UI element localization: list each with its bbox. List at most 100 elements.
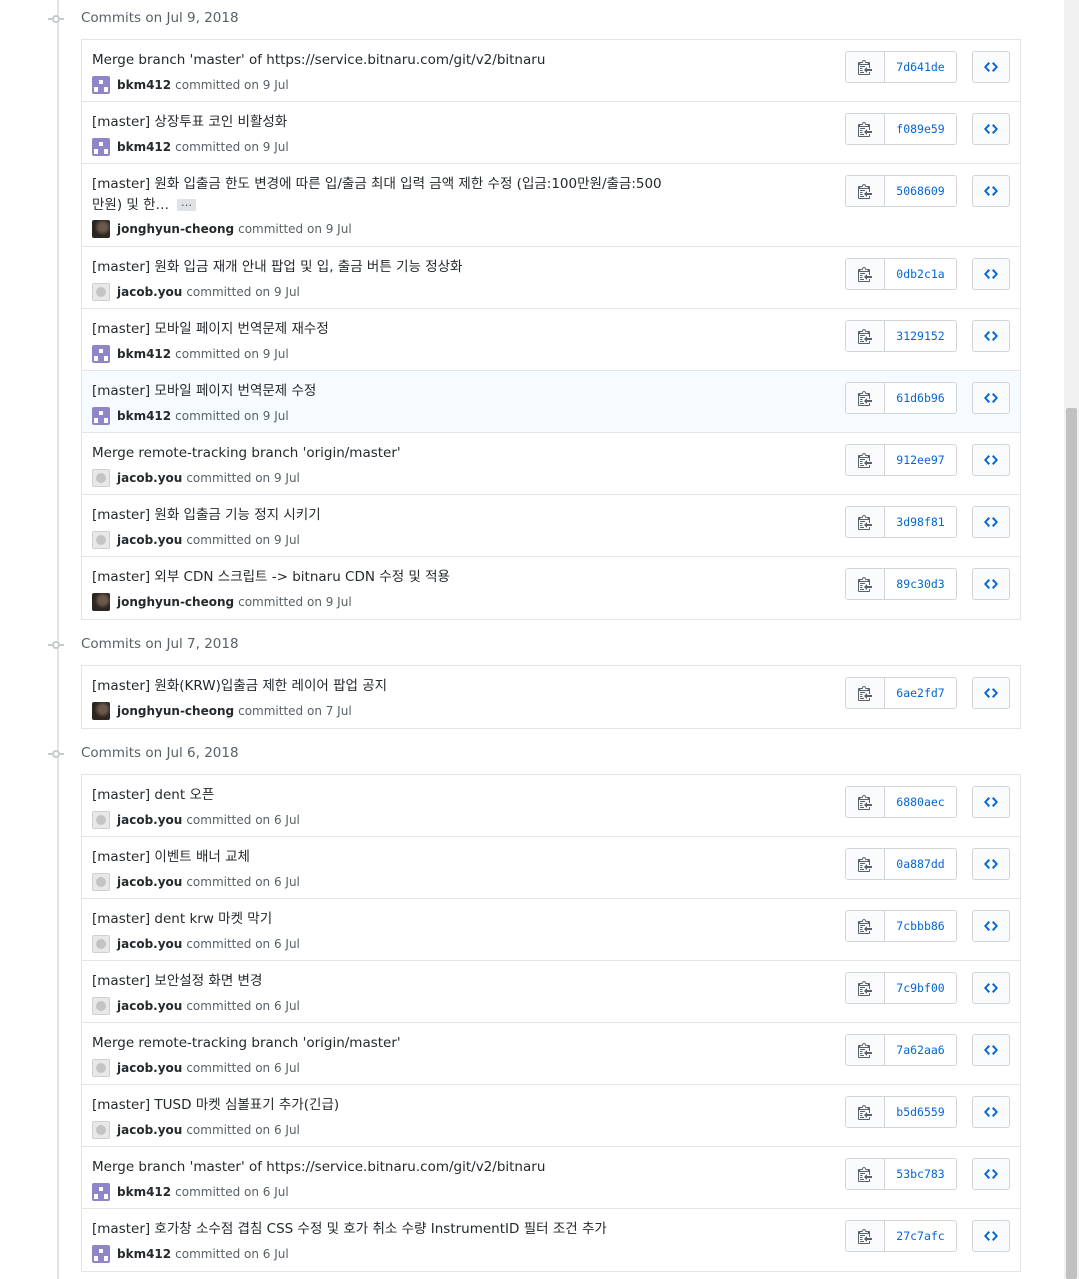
author-avatar[interactable] xyxy=(92,469,110,487)
author-link[interactable]: bkm412 xyxy=(117,140,171,154)
commit-message-link[interactable]: [master] 원화(KRW)입출금 제한 레이어 팝업 공지 xyxy=(92,676,662,697)
commit-message-link[interactable]: [master] 모바일 페이지 번역문제 수정 xyxy=(92,381,662,402)
commit-message[interactable]: [master] TUSD 마켓 심볼표기 추가(긴급) xyxy=(92,1097,339,1113)
author-avatar[interactable] xyxy=(92,1121,110,1139)
commit-message[interactable]: [master] 원화 입출금 기능 정지 시키기 xyxy=(92,507,321,523)
commit-sha-link[interactable]: 6ae2fd7 xyxy=(885,678,956,708)
browse-repository-button[interactable] xyxy=(972,1158,1010,1190)
commit-message-link[interactable]: [master] dent 오픈 xyxy=(92,785,662,806)
copy-sha-button[interactable] xyxy=(846,259,885,289)
author-avatar[interactable] xyxy=(92,1183,110,1201)
copy-sha-button[interactable] xyxy=(846,445,885,475)
commit-message[interactable]: [master] 호가창 소수점 겹침 CSS 수정 및 호가 취소 수량 In… xyxy=(92,1221,607,1237)
browse-repository-button[interactable] xyxy=(972,113,1010,145)
copy-sha-button[interactable] xyxy=(846,973,885,1003)
author-avatar[interactable] xyxy=(92,76,110,94)
author-link[interactable]: jacob.you xyxy=(117,1123,182,1137)
copy-sha-button[interactable] xyxy=(846,52,885,82)
browse-repository-button[interactable] xyxy=(972,175,1010,207)
author-link[interactable]: bkm412 xyxy=(117,409,171,423)
commit-sha-link[interactable]: 7a62aa6 xyxy=(885,1035,956,1065)
commit-sha-link[interactable]: 7d641de xyxy=(885,52,956,82)
commit-message-link[interactable]: Merge branch 'master' of https://service… xyxy=(92,50,662,71)
browse-repository-button[interactable] xyxy=(972,1220,1010,1252)
author-avatar[interactable] xyxy=(92,811,110,829)
commit-sha-link[interactable]: 61d6b96 xyxy=(885,383,956,413)
commit-message-link[interactable]: [master] 이벤트 배너 교체 xyxy=(92,847,662,868)
author-link[interactable]: jonghyun-cheong xyxy=(117,595,234,609)
author-link[interactable]: jacob.you xyxy=(117,471,182,485)
browse-repository-button[interactable] xyxy=(972,1096,1010,1128)
copy-sha-button[interactable] xyxy=(846,1221,885,1251)
browse-repository-button[interactable] xyxy=(972,51,1010,83)
author-link[interactable]: jacob.you xyxy=(117,285,182,299)
commit-message-link[interactable]: Merge remote-tracking branch 'origin/mas… xyxy=(92,443,662,464)
commit-sha-link[interactable]: 912ee97 xyxy=(885,445,956,475)
author-link[interactable]: bkm412 xyxy=(117,1185,171,1199)
commit-sha-link[interactable]: 6880aec xyxy=(885,787,956,817)
commit-message[interactable]: [master] 원화 입금 재개 안내 팝업 및 입, 출금 버튼 기능 정상… xyxy=(92,259,462,275)
commit-message-link[interactable]: [master] TUSD 마켓 심볼표기 추가(긴급) xyxy=(92,1095,662,1116)
author-avatar[interactable] xyxy=(92,997,110,1015)
browse-repository-button[interactable] xyxy=(972,677,1010,709)
browse-repository-button[interactable] xyxy=(972,910,1010,942)
commit-sha-link[interactable]: 27c7afc xyxy=(885,1221,956,1251)
author-avatar[interactable] xyxy=(92,873,110,891)
commit-message-link[interactable]: Merge branch 'master' of https://service… xyxy=(92,1157,662,1178)
copy-sha-button[interactable] xyxy=(846,321,885,351)
author-avatar[interactable] xyxy=(92,1059,110,1077)
author-link[interactable]: bkm412 xyxy=(117,78,171,92)
commit-message[interactable]: [master] 보안설정 화면 변경 xyxy=(92,973,262,989)
author-avatar[interactable] xyxy=(92,531,110,549)
author-avatar[interactable] xyxy=(92,702,110,720)
commit-message[interactable]: [master] 원화(KRW)입출금 제한 레이어 팝업 공지 xyxy=(92,678,387,694)
commit-message[interactable]: Merge branch 'master' of https://service… xyxy=(92,52,545,68)
copy-sha-button[interactable] xyxy=(846,1035,885,1065)
commit-sha-link[interactable]: 7c9bf00 xyxy=(885,973,956,1003)
copy-sha-button[interactable] xyxy=(846,176,885,206)
commit-sha-link[interactable]: 89c30d3 xyxy=(885,569,956,599)
browse-repository-button[interactable] xyxy=(972,320,1010,352)
commit-sha-link[interactable]: 5068609 xyxy=(885,176,956,206)
browse-repository-button[interactable] xyxy=(972,568,1010,600)
author-avatar[interactable] xyxy=(92,220,110,238)
copy-sha-button[interactable] xyxy=(846,569,885,599)
browse-repository-button[interactable] xyxy=(972,786,1010,818)
commit-message-link[interactable]: [master] 모바일 페이지 번역문제 재수정 xyxy=(92,319,662,340)
commit-message-link[interactable]: [master] 원화 입출금 기능 정지 시키기 xyxy=(92,505,662,526)
commit-sha-link[interactable]: 53bc783 xyxy=(885,1159,956,1189)
commit-message[interactable]: [master] dent krw 마켓 막기 xyxy=(92,911,272,927)
author-link[interactable]: jacob.you xyxy=(117,1061,182,1075)
author-avatar[interactable] xyxy=(92,407,110,425)
copy-sha-button[interactable] xyxy=(846,507,885,537)
copy-sha-button[interactable] xyxy=(846,849,885,879)
browse-repository-button[interactable] xyxy=(972,848,1010,880)
commit-sha-link[interactable]: 3129152 xyxy=(885,321,956,351)
commit-message[interactable]: Merge branch 'master' of https://service… xyxy=(92,1159,545,1175)
browse-repository-button[interactable] xyxy=(972,444,1010,476)
copy-sha-button[interactable] xyxy=(846,1097,885,1127)
author-avatar[interactable] xyxy=(92,935,110,953)
commit-sha-link[interactable]: b5d6559 xyxy=(885,1097,956,1127)
copy-sha-button[interactable] xyxy=(846,114,885,144)
commit-message[interactable]: [master] 상장투표 코인 비활성화 xyxy=(92,114,287,130)
expand-message-button[interactable]: … xyxy=(177,197,197,211)
copy-sha-button[interactable] xyxy=(846,1159,885,1189)
commit-message[interactable]: Merge remote-tracking branch 'origin/mas… xyxy=(92,1035,401,1051)
browse-repository-button[interactable] xyxy=(972,972,1010,1004)
copy-sha-button[interactable] xyxy=(846,911,885,941)
author-link[interactable]: jonghyun-cheong xyxy=(117,222,234,236)
commit-message-link[interactable]: [master] 원화 입금 재개 안내 팝업 및 입, 출금 버튼 기능 정상… xyxy=(92,257,662,278)
commit-message[interactable]: [master] 모바일 페이지 번역문제 수정 xyxy=(92,383,316,399)
author-avatar[interactable] xyxy=(92,345,110,363)
commit-message-link[interactable]: [master] dent krw 마켓 막기 xyxy=(92,909,662,930)
author-link[interactable]: jacob.you xyxy=(117,533,182,547)
browse-repository-button[interactable] xyxy=(972,382,1010,414)
commit-sha-link[interactable]: 0db2c1a xyxy=(885,259,956,289)
author-link[interactable]: jacob.you xyxy=(117,937,182,951)
commit-message-link[interactable]: [master] 보안설정 화면 변경 xyxy=(92,971,662,992)
author-avatar[interactable] xyxy=(92,283,110,301)
commit-message[interactable]: [master] 모바일 페이지 번역문제 재수정 xyxy=(92,321,329,337)
author-avatar[interactable] xyxy=(92,593,110,611)
author-link[interactable]: jacob.you xyxy=(117,999,182,1013)
